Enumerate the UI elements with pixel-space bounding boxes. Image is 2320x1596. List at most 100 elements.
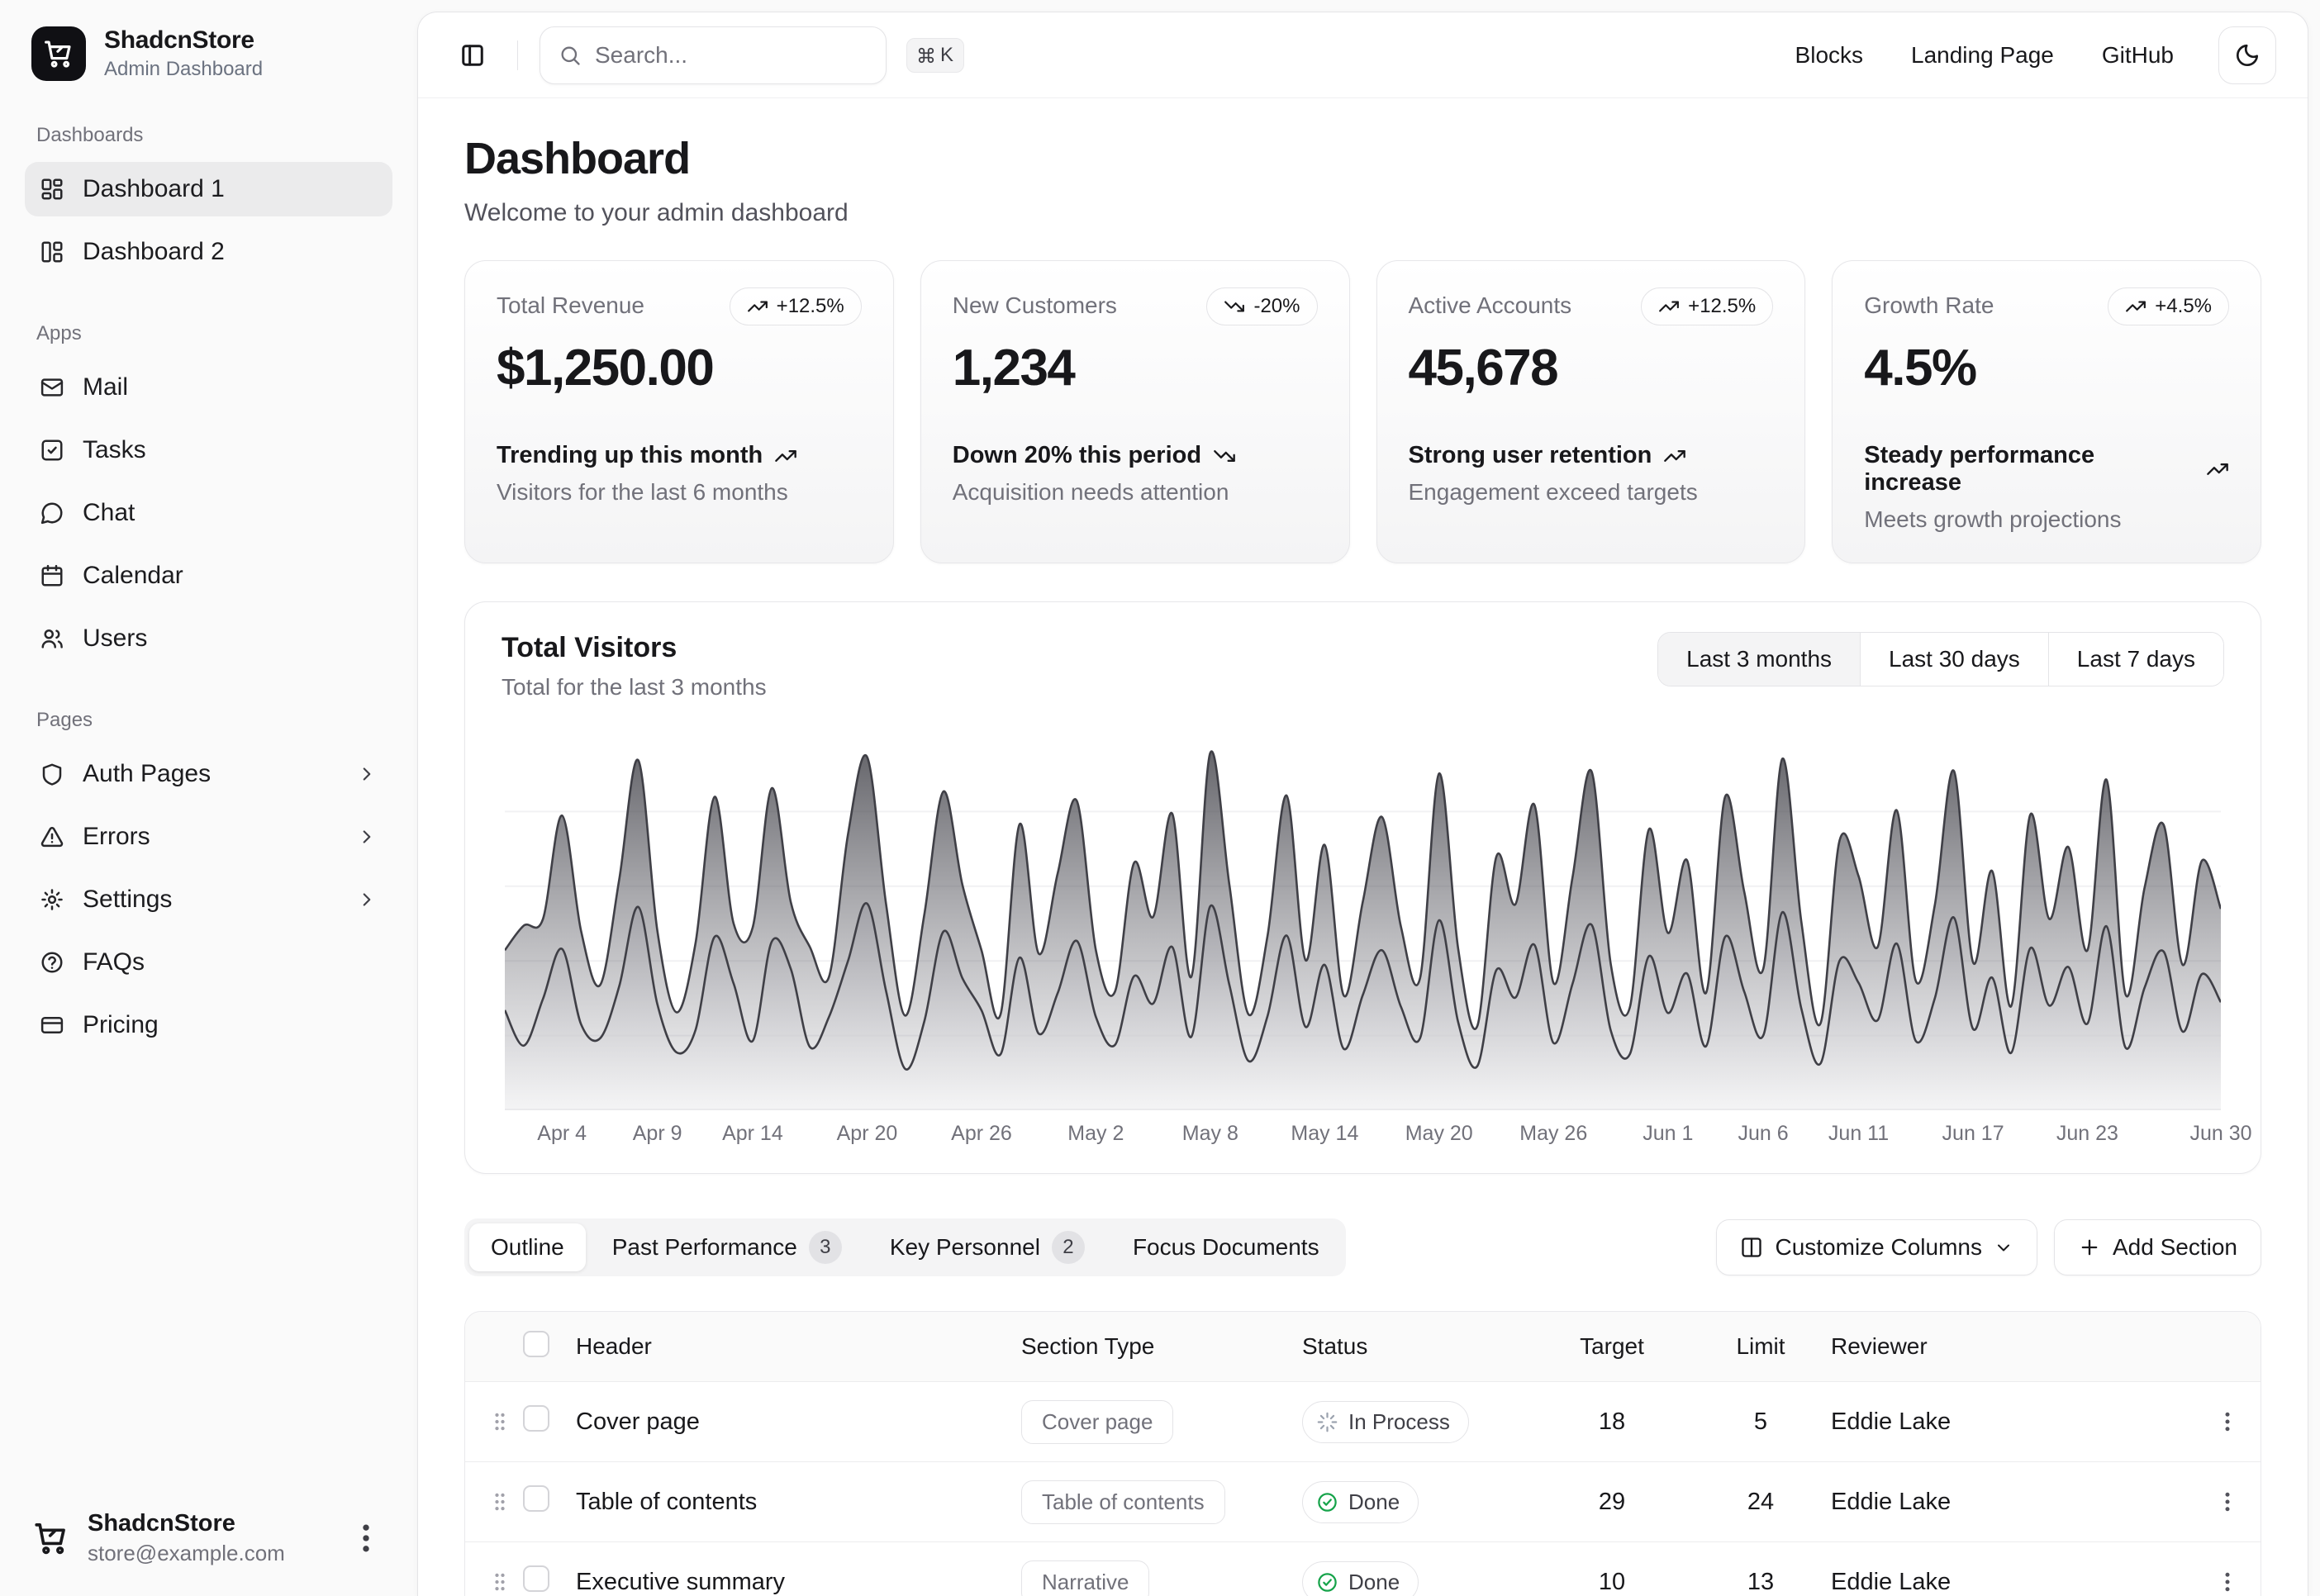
row-target[interactable]: 10 <box>1533 1569 1690 1596</box>
sidebar-item-users[interactable]: Users <box>25 611 392 666</box>
row-target[interactable]: 18 <box>1533 1408 1690 1436</box>
status-badge: Done <box>1302 1561 1419 1596</box>
col-status: Status <box>1302 1333 1533 1360</box>
tab-key-personnel[interactable]: Key Personnel 2 <box>868 1223 1106 1271</box>
drag-handle[interactable] <box>477 1570 523 1594</box>
tab-past-performance[interactable]: Past Performance 3 <box>591 1223 863 1271</box>
help-circle-icon <box>40 950 64 975</box>
row-menu-button[interactable] <box>2194 1570 2261 1594</box>
range-last-7-days[interactable]: Last 7 days <box>2048 633 2223 686</box>
row-checkbox[interactable] <box>523 1565 549 1592</box>
tab-outline[interactable]: Outline <box>469 1223 586 1271</box>
range-last-3-months[interactable]: Last 3 months <box>1658 633 1860 686</box>
layout-panel-icon <box>40 240 64 264</box>
sidebar-item-chat[interactable]: Chat <box>25 486 392 540</box>
alert-triangle-icon <box>40 824 64 849</box>
link-github[interactable]: GitHub <box>2102 42 2174 69</box>
sidebar-item-calendar[interactable]: Calendar <box>25 549 392 603</box>
row-header[interactable]: Table of contents <box>576 1489 1021 1516</box>
link-blocks[interactable]: Blocks <box>1795 42 1863 69</box>
sidebar-item-errors[interactable]: Errors <box>25 810 392 864</box>
col-section-type: Section Type <box>1021 1333 1302 1360</box>
sidebar-toggle-button[interactable] <box>449 32 496 78</box>
row-menu-button[interactable] <box>2194 1409 2261 1434</box>
row-checkbox[interactable] <box>523 1405 549 1432</box>
row-header[interactable]: Executive summary <box>576 1569 1021 1596</box>
sidebar-item-label: FAQs <box>83 948 145 976</box>
sidebar-item-dashboard-2[interactable]: Dashboard 2 <box>25 225 392 279</box>
user-name: ShadcnStore <box>88 1510 285 1537</box>
sidebar-item-dashboard-1[interactable]: Dashboard 1 <box>25 162 392 216</box>
page-subtitle: Welcome to your admin dashboard <box>464 199 2261 227</box>
sidebar-item-label: Auth Pages <box>83 760 211 788</box>
stat-value: 45,678 <box>1409 339 1774 397</box>
panel-left-icon <box>460 43 485 68</box>
search-box[interactable]: K <box>540 26 887 84</box>
layout-dashboard-icon <box>40 177 64 202</box>
stat-value: 4.5% <box>1864 339 2229 397</box>
tabs-toolbar-row: Outline Past Performance 3 Key Personnel… <box>464 1218 2261 1276</box>
sidebar-item-label: Users <box>83 625 147 653</box>
visitors-area-chart <box>505 737 2221 1110</box>
trending-up-icon <box>774 444 797 468</box>
section-type-badge: Narrative <box>1021 1560 1149 1596</box>
row-reviewer[interactable]: Eddie Lake <box>1831 1569 2194 1596</box>
brand[interactable]: ShadcnStore Admin Dashboard <box>25 21 392 86</box>
trend-badge: -20% <box>1206 287 1317 325</box>
chevron-right-icon <box>356 889 378 910</box>
customize-columns-button[interactable]: Customize Columns <box>1716 1219 2037 1275</box>
stat-card-total-revenue: Total Revenue +12.5% $1,250.00 Trending … <box>464 260 894 563</box>
sidebar-item-label: Settings <box>83 886 172 914</box>
row-target[interactable]: 29 <box>1533 1489 1690 1516</box>
topbar: K Blocks Landing Page GitHub <box>418 12 2308 98</box>
tab-label: Focus Documents <box>1133 1234 1319 1261</box>
area-chart-svg <box>505 737 2221 1110</box>
x-tick-label: Jun 6 <box>1738 1122 1788 1146</box>
tab-focus-documents[interactable]: Focus Documents <box>1111 1223 1341 1271</box>
chart-subtitle: Total for the last 3 months <box>502 674 767 701</box>
x-tick-label: Apr 26 <box>951 1122 1012 1146</box>
trend-value: -20% <box>1253 295 1300 318</box>
trend-badge: +12.5% <box>1641 287 1773 325</box>
sidebar-item-label: Chat <box>83 499 135 527</box>
drag-handle[interactable] <box>477 1489 523 1514</box>
row-header[interactable]: Cover page <box>576 1408 1021 1436</box>
sidebar-item-settings[interactable]: Settings <box>25 872 392 927</box>
stat-label: Active Accounts <box>1409 287 1572 319</box>
sidebar-item-mail[interactable]: Mail <box>25 360 392 415</box>
row-reviewer[interactable]: Eddie Lake <box>1831 1489 2194 1516</box>
row-reviewer[interactable]: Eddie Lake <box>1831 1408 2194 1436</box>
status-badge: In Process <box>1302 1401 1469 1443</box>
row-checkbox[interactable] <box>523 1485 549 1512</box>
row-limit[interactable]: 24 <box>1690 1489 1831 1516</box>
stat-label: Growth Rate <box>1864 287 1994 319</box>
stat-footer-title: Strong user retention <box>1409 442 1652 469</box>
nav-group-label-dashboards: Dashboards <box>36 124 381 147</box>
row-limit[interactable]: 13 <box>1690 1569 1831 1596</box>
status-text: In Process <box>1348 1409 1450 1435</box>
sidebar-user[interactable]: ShadcnStore store@example.com <box>20 1499 397 1578</box>
sidebar-item-pricing[interactable]: Pricing <box>25 998 392 1052</box>
drag-handle[interactable] <box>477 1409 523 1434</box>
shopping-cart-icon <box>33 1520 69 1556</box>
trend-badge: +4.5% <box>2108 287 2229 325</box>
sidebar-item-tasks[interactable]: Tasks <box>25 423 392 477</box>
range-last-30-days[interactable]: Last 30 days <box>1860 633 2048 686</box>
select-all-checkbox[interactable] <box>523 1331 549 1357</box>
stat-footer-subtitle: Visitors for the last 6 months <box>497 479 862 506</box>
sidebar-item-label: Tasks <box>83 436 146 464</box>
sidebar-item-faqs[interactable]: FAQs <box>25 935 392 990</box>
search-input[interactable] <box>595 42 893 69</box>
sidebar-item-label: Calendar <box>83 562 183 590</box>
link-landing-page[interactable]: Landing Page <box>1911 42 2054 69</box>
row-limit[interactable]: 5 <box>1690 1408 1831 1436</box>
row-menu-button[interactable] <box>2194 1489 2261 1514</box>
stat-footer-subtitle: Acquisition needs attention <box>953 479 1318 506</box>
ellipsis-vertical-icon[interactable] <box>348 1520 384 1556</box>
table-header-row: Header Section Type Status Target Limit … <box>465 1312 2261 1381</box>
check-square-icon <box>40 438 64 463</box>
theme-toggle-button[interactable] <box>2218 26 2276 84</box>
add-section-button[interactable]: Add Section <box>2054 1219 2261 1275</box>
plus-icon <box>2078 1236 2101 1259</box>
sidebar-item-auth-pages[interactable]: Auth Pages <box>25 747 392 801</box>
